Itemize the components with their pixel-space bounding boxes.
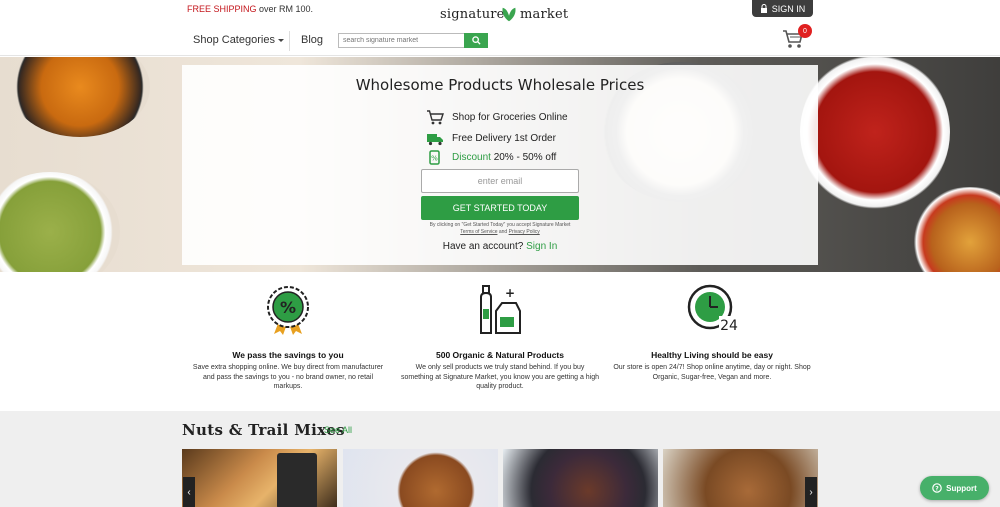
hero-title: Wholesome Products Wholesale Prices [355,76,645,94]
product-card-mixed-nuts[interactable] [182,449,337,507]
email-field[interactable] [421,169,579,193]
support-chat-button[interactable]: ? Support [920,476,989,500]
have-account-line: Have an account? Sign In [182,241,818,252]
search-input[interactable] [338,33,465,48]
trail-mix-bowl-image [905,187,1000,272]
svg-text:?: ? [935,485,939,492]
terms-and-text: and [498,229,508,235]
discount-tag-icon: % [429,149,440,165]
benefit-savings-title: We pass the savings to you [232,350,344,360]
hero-sign-in-link[interactable]: Sign In [526,241,557,252]
clock-24-icon: 24 [687,284,738,334]
feature-discount: % Discount 20% - 50% off [426,149,556,165]
cranberry-bowl-image [800,57,950,212]
feature-groceries: Shop for Groceries Online [426,109,568,125]
signup-card: Wholesome Products Wholesale Prices Shop… [182,65,818,265]
svg-text:%: % [431,154,438,162]
caret-down-icon [277,39,284,42]
hero-banner: Wholesome Products Wholesale Prices Shop… [0,57,1000,272]
truck-icon [427,133,443,145]
feature-groceries-text: Shop for Groceries Online [452,111,568,123]
blog-link[interactable]: Blog [301,34,323,46]
search-icon [471,36,481,45]
benefit-organic: + 500 Organic & Natural Products We only… [400,283,600,392]
svg-text:%: % [280,298,296,317]
see-all-link[interactable]: See All [324,425,352,435]
carousel-next-button[interactable]: › [805,477,817,507]
nav-divider [289,31,290,51]
free-shipping-banner: FREE SHIPPING over RM 100. [187,4,313,14]
benefit-healthy: 24 Healthy Living should be easy Our sto… [612,283,812,382]
benefit-savings: % We pass the savings to you Save extra … [188,283,388,392]
promo-text: over RM 100. [259,4,314,14]
shop-categories-label: Shop Categories [193,34,275,46]
organic-products-icon: + [480,285,521,334]
search-bar [338,33,488,48]
privacy-policy-link[interactable]: Privacy Policy [509,229,540,235]
product-card-walnut-mix[interactable] [343,449,498,507]
help-icon: ? [932,483,942,493]
section-title: Nuts & Trail Mixes [182,421,345,439]
search-button[interactable] [464,33,488,48]
product-package-image [277,453,317,507]
have-account-text: Have an account? [442,241,524,252]
terms-of-service-link[interactable]: Terms of Service [460,229,497,235]
cart-icon [427,109,444,124]
terms-notice-text: By clicking on "Get Started Today" you a… [429,222,571,228]
benefit-organic-text: We only sell products we truly stand beh… [400,364,600,390]
terms-notice: By clicking on "Get Started Today" you a… [182,222,818,236]
lock-icon [760,4,767,13]
feature-delivery-text: Free Delivery 1st Order [452,132,556,144]
logo-word-signature: signature [440,7,505,22]
svg-text:+: + [505,286,515,300]
top-header: FREE SHIPPING over RM 100. signature mar… [0,0,1000,56]
carousel-prev-button[interactable]: ‹ [183,477,195,507]
percent-badge-icon: % [267,286,309,335]
feature-delivery: Free Delivery 1st Order [426,130,556,146]
shop-categories-dropdown[interactable]: Shop Categories [193,34,284,46]
promo-highlight: FREE SHIPPING [187,4,257,14]
leaf-logo-icon [502,7,516,22]
site-logo[interactable]: signature market [440,4,568,26]
benefit-organic-title: 500 Organic & Natural Products [435,350,564,360]
cart-count-badge: 0 [798,24,812,38]
discount-highlight: Discount [452,151,491,163]
support-label: Support [946,483,977,493]
sign-in-label: SIGN IN [771,3,806,14]
benefit-healthy-title: Healthy Living should be easy [651,350,773,360]
nuts-trail-mixes-section: Nuts & Trail Mixes See All [0,411,1000,507]
benefit-healthy-text: Our store is open 24/7! Shop online anyt… [613,364,811,381]
logo-word-market: market [520,7,569,22]
sign-in-button[interactable]: SIGN IN [752,0,813,17]
benefit-savings-text: Save extra shopping online. We buy direc… [192,364,384,390]
product-card-walnuts[interactable] [663,449,818,507]
product-card-berry-mix[interactable] [503,449,658,507]
dried-fruit-bowl-image [10,57,150,137]
get-started-button[interactable]: GET STARTED TODAY [421,196,579,220]
pumpkin-seed-bowl-image [0,172,120,272]
feature-discount-text: 20% - 50% off [493,151,557,163]
svg-text:24: 24 [720,318,738,334]
